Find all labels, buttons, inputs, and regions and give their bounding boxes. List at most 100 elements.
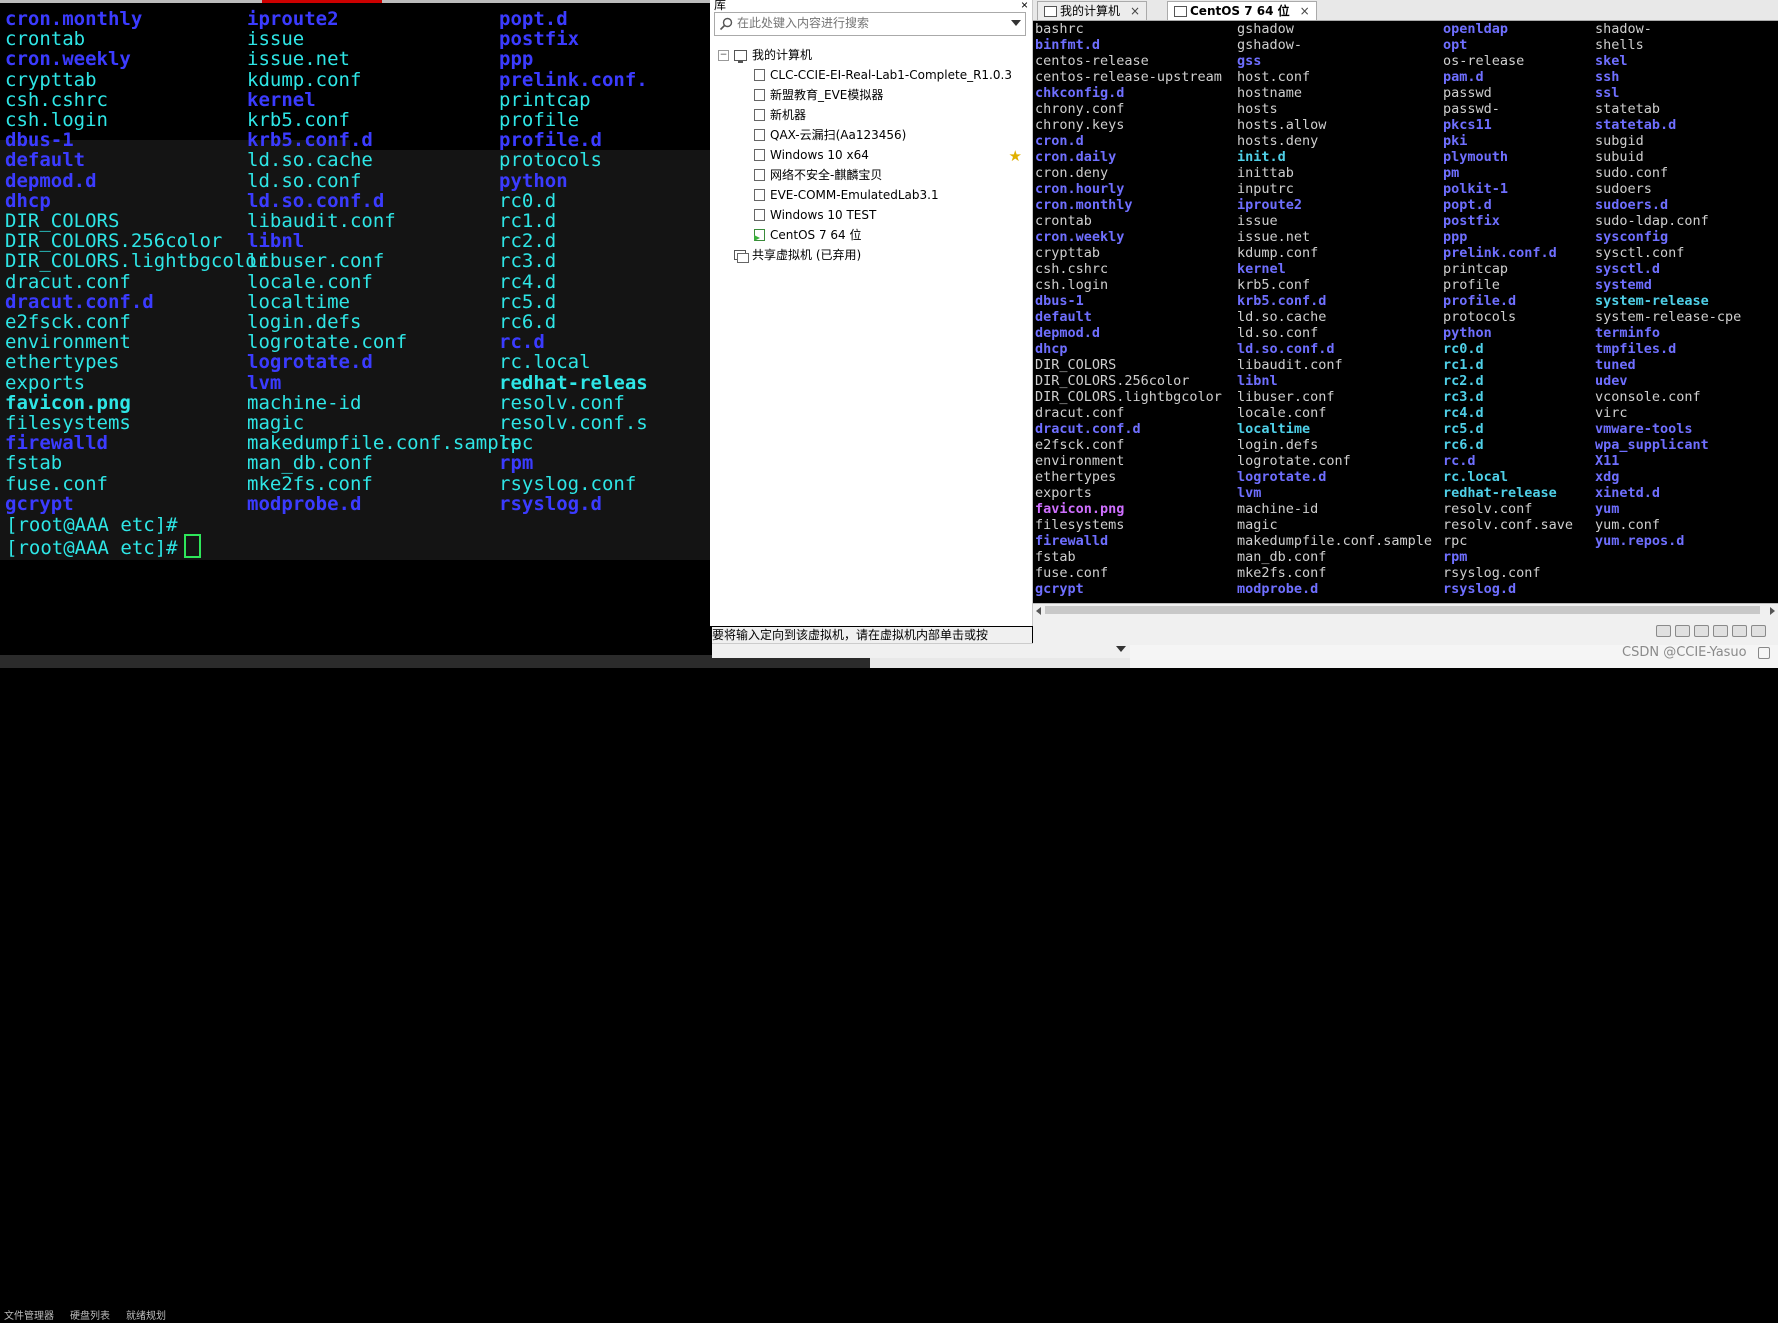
chevron-down-icon[interactable]: [1011, 20, 1021, 26]
file-entry: ld.so.conf: [1237, 325, 1432, 341]
file-name: plymouth: [1443, 149, 1509, 165]
file-name: cron.hourly: [1035, 181, 1125, 197]
file-entry: sudo-ldap.conf: [1595, 213, 1741, 229]
file-name: fuse.conf: [1035, 565, 1109, 581]
text-cursor[interactable]: [183, 534, 201, 558]
file-name: redhat-release: [1443, 485, 1557, 501]
library-close-icon[interactable]: ×: [1021, 0, 1028, 11]
favorite-star-icon[interactable]: ★: [1009, 146, 1022, 166]
cd-drive-icon[interactable]: [1675, 625, 1690, 637]
file-name: prelink.conf.: [499, 68, 648, 91]
file-entry: tuned: [1595, 357, 1741, 373]
file-name: rc0.d: [499, 189, 557, 212]
library-search-input[interactable]: [737, 15, 997, 31]
vm-item[interactable]: 新机器: [714, 105, 1026, 125]
file-name: rc2.d: [1443, 373, 1484, 389]
scrollbar-thumb[interactable]: [1045, 606, 1760, 614]
vm-label: CLC-CCIE-EI-Real-Lab1-Complete_R1.0.3: [770, 68, 1012, 82]
file-name: mke2fs.conf: [1237, 565, 1327, 581]
file-name: fuse.conf: [5, 472, 108, 495]
scroll-right-icon[interactable]: [1770, 607, 1775, 615]
computer-icon: [734, 50, 747, 63]
taskbar-label[interactable]: 就绪规划: [126, 1311, 166, 1322]
close-icon[interactable]: ×: [1300, 4, 1310, 18]
file-entry: rc3.d: [1443, 389, 1573, 405]
file-name: cron.monthly: [1035, 197, 1133, 213]
file-name: issue: [1237, 213, 1278, 229]
shared-vm-icon: [734, 250, 749, 263]
left-terminal[interactable]: cron.monthly crontab cron.weekly crypttab cs…: [0, 0, 710, 635]
vm-tab[interactable]: 我的计算机 ×: [1037, 1, 1148, 20]
file-name: xinetd.d: [1595, 485, 1661, 501]
taskbar-label[interactable]: 硬盘列表: [70, 1311, 110, 1322]
file-entry: statetab.d: [1595, 117, 1741, 133]
file-entry: os-release: [1443, 53, 1573, 69]
vm-item[interactable]: 新盟教育_EVE模拟器: [714, 85, 1026, 105]
file-entry: firewalld: [1035, 533, 1222, 549]
scroll-left-icon[interactable]: [1036, 607, 1041, 615]
sound-card-icon[interactable]: [1751, 625, 1766, 637]
vm-item[interactable]: Windows 10 x64 ★: [714, 145, 1026, 165]
collapse-toggle-icon[interactable]: −: [718, 50, 729, 61]
file-entry: rsyslog.conf: [1443, 565, 1573, 581]
file-entry: dracut.conf.d: [1035, 421, 1222, 437]
vm-item[interactable]: CentOS 7 64 位: [714, 225, 1026, 245]
file-name: machine-id: [247, 391, 362, 414]
file-entry: xinetd.d: [1595, 485, 1741, 501]
vm-console[interactable]: bashrc binfmt.d centos-release centos-relea…: [1033, 21, 1778, 603]
file-entry: skel: [1595, 53, 1741, 69]
file-entry: redhat-release: [1443, 485, 1573, 501]
file-name: rc5.d: [1443, 421, 1484, 437]
vm-item[interactable]: CLC-CCIE-EI-Real-Lab1-Complete_R1.0.3: [714, 65, 1026, 85]
vm-item[interactable]: EVE-COMM-EmulatedLab3.1: [714, 185, 1026, 205]
tree-root-label: 我的计算机: [752, 48, 813, 62]
file-name: ld.so.conf.d: [247, 189, 385, 212]
file-entry: makedumpfile.conf.sample: [1237, 533, 1432, 549]
file-name: lvm: [247, 371, 282, 394]
vm-item[interactable]: Windows 10 TEST: [714, 205, 1026, 225]
file-name: openldap: [1443, 21, 1509, 37]
vm-icon: [754, 69, 765, 81]
file-name: X11: [1595, 453, 1620, 469]
file-entry: rc1.d: [1443, 357, 1573, 373]
vm-label: Windows 10 TEST: [770, 208, 877, 222]
vm-horizontal-scrollbar[interactable]: [1033, 603, 1778, 617]
chevron-down-icon[interactable]: [1116, 646, 1126, 652]
file-entry: libuser.conf: [1237, 389, 1432, 405]
file-name: chrony.keys: [1035, 117, 1125, 133]
file-name: shells: [1595, 37, 1644, 53]
file-name: rc6.d: [499, 311, 557, 333]
vm-icon: [754, 89, 765, 101]
file-entry: plymouth: [1443, 149, 1573, 165]
file-entry: hosts.allow: [1237, 117, 1432, 133]
file-entry: profile: [1443, 277, 1573, 293]
file-entry: binfmt.d: [1035, 37, 1222, 53]
file-name: crypttab: [1035, 245, 1101, 261]
file-name: postfix: [499, 28, 580, 51]
horizontal-scrollbar[interactable]: [712, 643, 1130, 658]
vm-input-hint: 要将输入定向到该虚拟机，请在虚拟机内部单击或按 Ctrl+G。: [712, 627, 1032, 658]
file-entry: tmpfiles.d: [1595, 341, 1741, 357]
network-adapter-icon[interactable]: [1694, 625, 1709, 637]
close-icon[interactable]: ×: [1130, 4, 1140, 18]
tree-root-my-computer[interactable]: − 我的计算机: [714, 45, 1026, 65]
hard-disk-icon[interactable]: [1656, 625, 1671, 637]
file-entry: system-release-cpe: [1595, 309, 1741, 325]
file-name: hosts.deny: [1237, 133, 1319, 149]
tree-shared-vms[interactable]: 共享虚拟机 (已弃用): [714, 245, 1026, 265]
taskbar-label[interactable]: 文件管理器: [4, 1311, 54, 1322]
vm-tab[interactable]: CentOS 7 64 位 ×: [1167, 1, 1317, 20]
file-entry: hostname: [1237, 85, 1432, 101]
vm-icon: [754, 109, 765, 121]
file-entry: cron.d: [1035, 133, 1222, 149]
usb-icon[interactable]: [1713, 625, 1728, 637]
file-name: inittab: [1237, 165, 1294, 181]
file-name: hosts.allow: [1237, 117, 1327, 133]
file-name: resolv.conf: [1443, 501, 1533, 517]
vm-item[interactable]: QAX-云漏扫(Aa123456): [714, 125, 1026, 145]
printer-icon[interactable]: [1732, 625, 1747, 637]
file-name: mke2fs.conf: [247, 472, 373, 495]
file-entry: yum.conf: [1595, 517, 1741, 533]
vm-item[interactable]: 网络不安全-麒麟宝贝: [714, 165, 1026, 185]
library-search-box[interactable]: [714, 12, 1026, 36]
